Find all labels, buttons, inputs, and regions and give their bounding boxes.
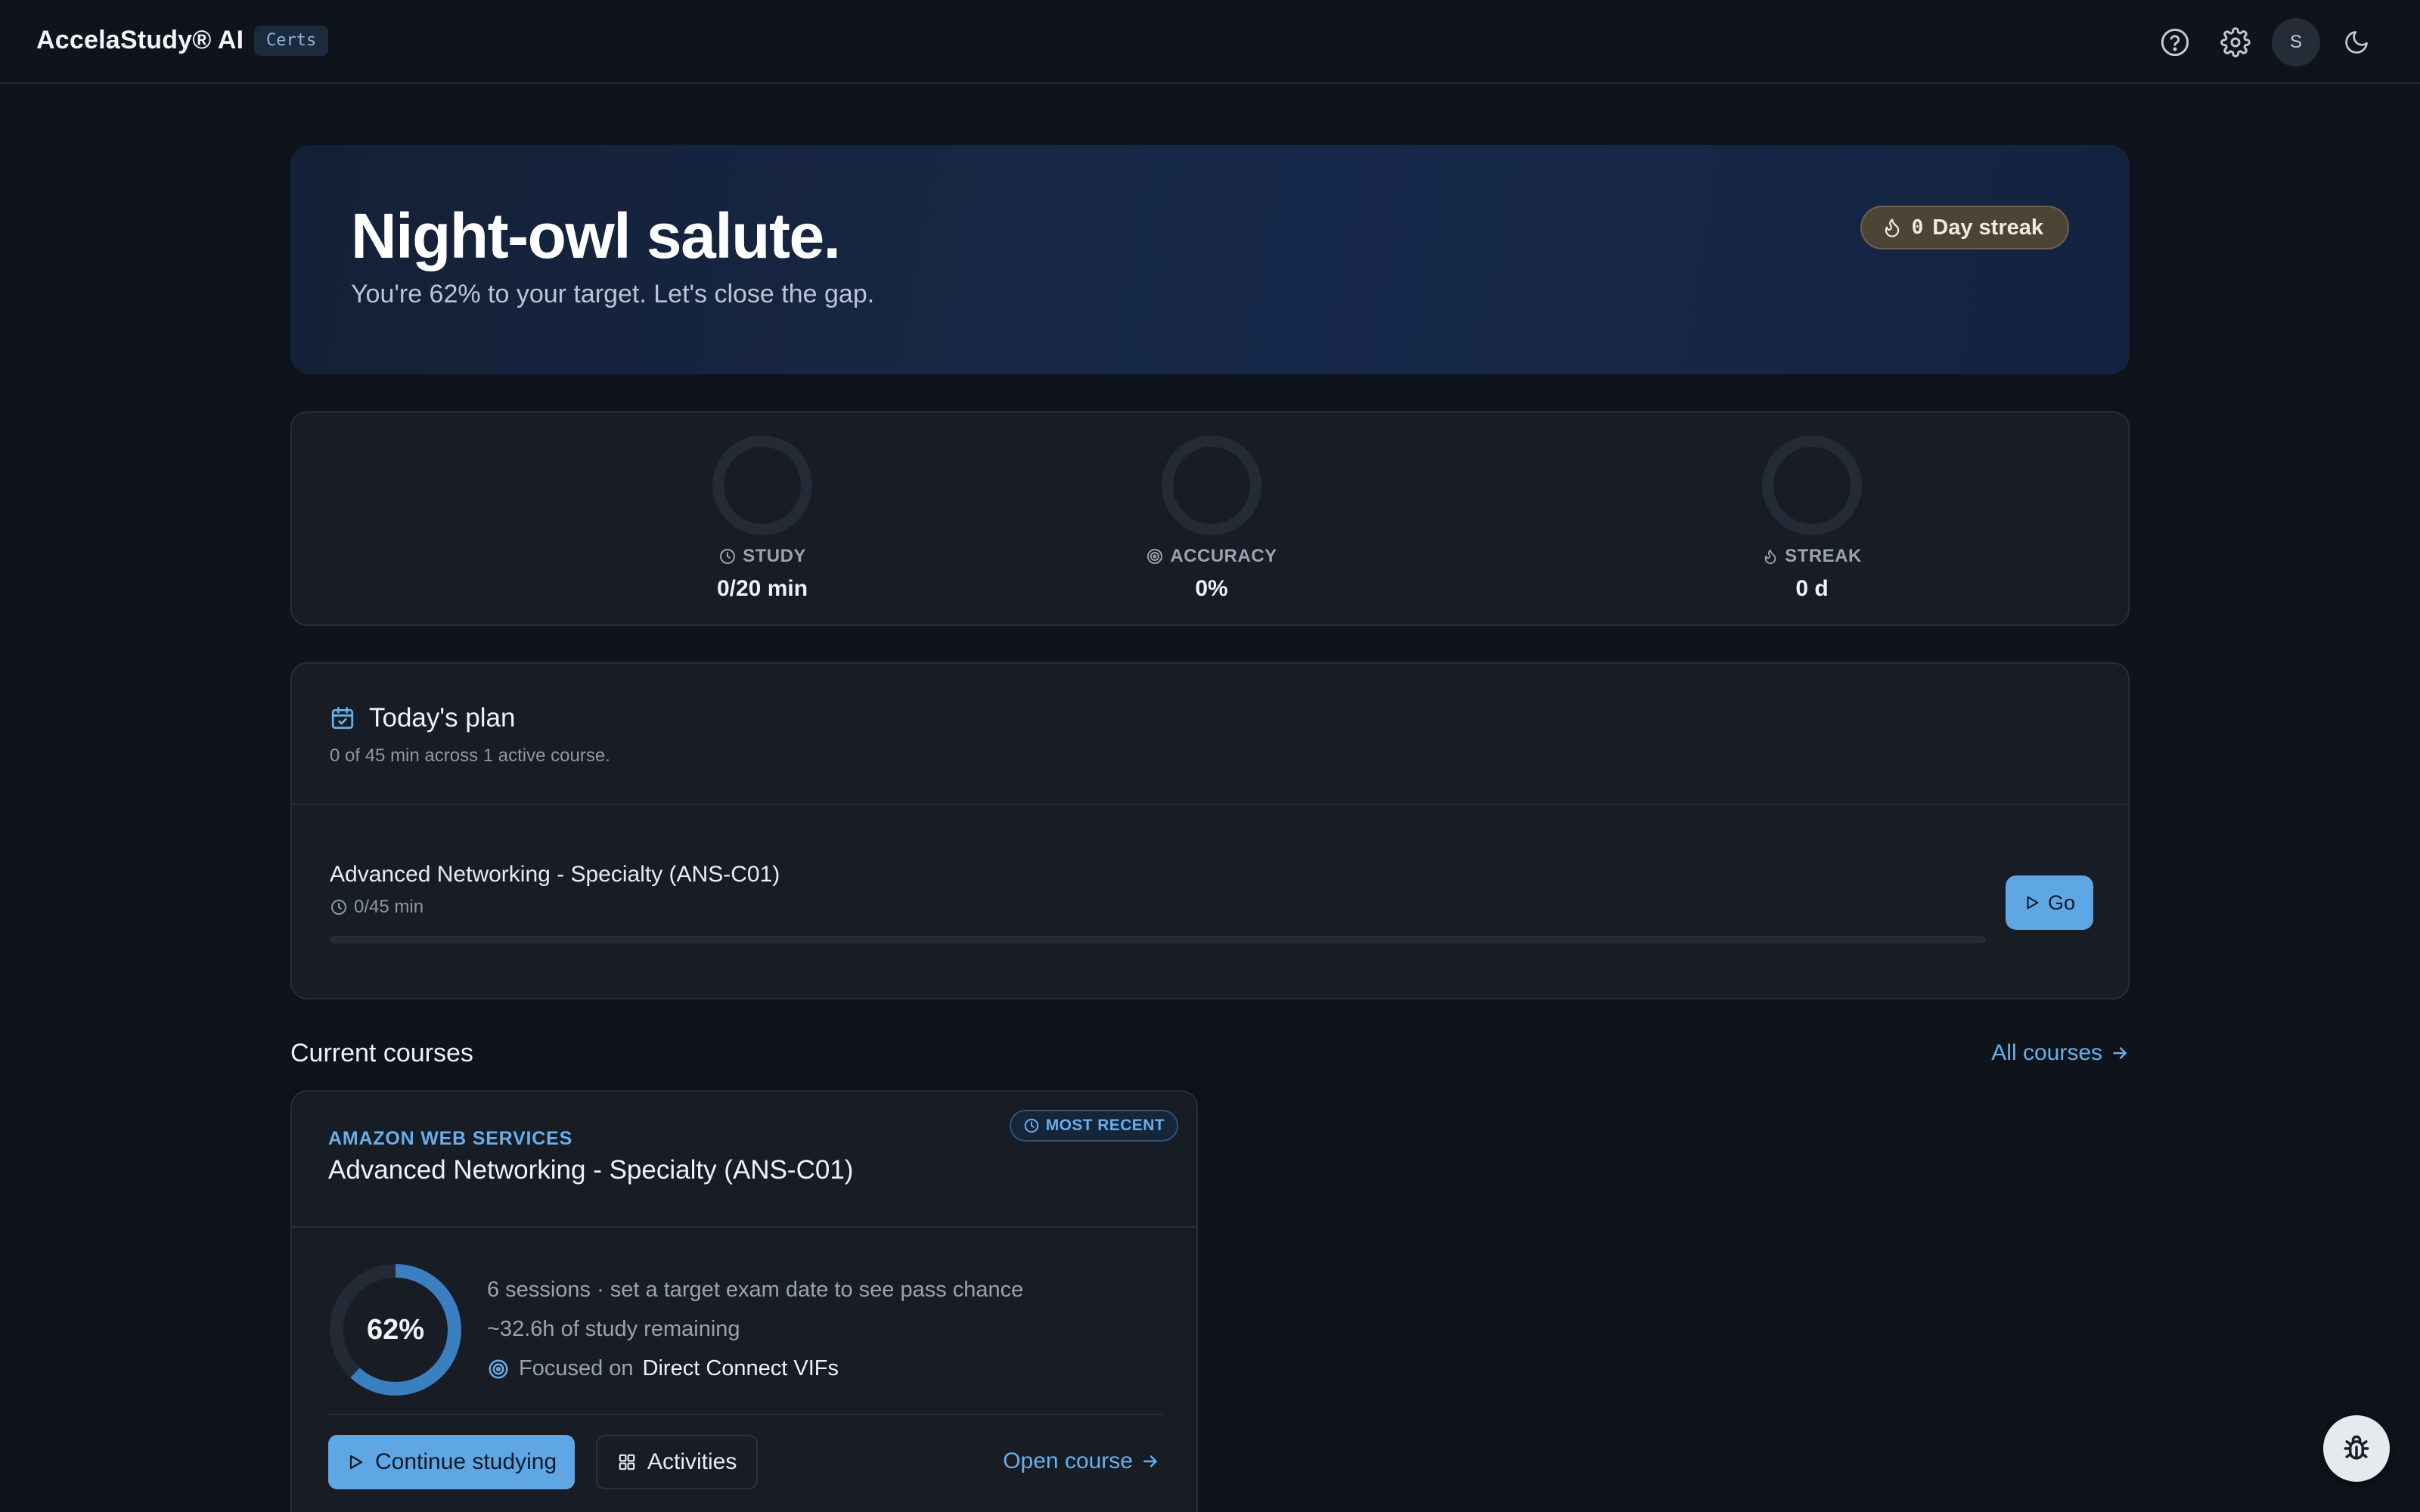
target-icon bbox=[1146, 547, 1164, 565]
course-provider: AMAZON WEB SERVICES bbox=[328, 1128, 573, 1149]
course-progress-label: 62% bbox=[366, 1313, 425, 1346]
plan-course-time: 0/45 min bbox=[354, 897, 424, 917]
continue-studying-label: Continue studying bbox=[375, 1449, 557, 1474]
play-icon bbox=[346, 1453, 365, 1471]
course-focus-line: Focused on Direct Connect VIFs bbox=[487, 1356, 839, 1381]
report-bug-button[interactable] bbox=[2323, 1415, 2390, 1482]
study-ring bbox=[712, 435, 812, 535]
accuracy-ring bbox=[1162, 435, 1261, 535]
flame-icon bbox=[1762, 548, 1779, 565]
clock-icon bbox=[330, 898, 348, 916]
streak-label: Day streak bbox=[1932, 215, 2043, 240]
plan-title: Today's plan bbox=[369, 703, 516, 733]
arrow-right-icon bbox=[1140, 1452, 1160, 1471]
calendar-check-icon bbox=[330, 705, 355, 731]
greeting-subtitle: You're 62% to your target. Let's close t… bbox=[351, 280, 875, 308]
go-button[interactable]: Go bbox=[2006, 875, 2093, 930]
daily-metrics-card: STUDY 0/20 min ACCURACY 0% STREAK 0 d bbox=[290, 411, 2130, 626]
metric-streak: STREAK 0 d bbox=[1661, 435, 1963, 602]
metric-accuracy-value: 0% bbox=[1195, 576, 1228, 601]
flame-icon bbox=[1882, 217, 1903, 238]
open-course-label: Open course bbox=[1003, 1448, 1133, 1473]
all-courses-label: All courses bbox=[1991, 1040, 2102, 1065]
continue-studying-button[interactable]: Continue studying bbox=[328, 1435, 576, 1489]
play-icon bbox=[2024, 894, 2040, 911]
metric-study-value: 0/20 min bbox=[716, 576, 808, 601]
greeting-hero: Night-owl salute. You're 62% to your tar… bbox=[290, 145, 2130, 374]
plan-progress-bar bbox=[330, 936, 1986, 943]
metric-accuracy: ACCURACY 0% bbox=[1060, 435, 1363, 602]
plan-course-name: Advanced Networking - Specialty (ANS-C01… bbox=[330, 862, 780, 887]
focus-prefix: Focused on bbox=[519, 1356, 634, 1380]
course-title[interactable]: Advanced Networking - Specialty (ANS-C01… bbox=[328, 1155, 853, 1185]
current-courses-heading: Current courses bbox=[290, 1039, 473, 1067]
moon-icon[interactable] bbox=[2332, 18, 2381, 67]
arrow-right-icon bbox=[2110, 1043, 2130, 1063]
course-card: MOST RECENT AMAZON WEB SERVICES Advanced… bbox=[290, 1090, 1198, 1512]
user-avatar[interactable]: S bbox=[2272, 18, 2320, 67]
divider bbox=[292, 804, 2128, 805]
streak-count: 0 bbox=[1911, 216, 1924, 239]
top-bar: AccelaStudy® AI Certs S bbox=[0, 0, 2420, 84]
metric-streak-value: 0 d bbox=[1795, 576, 1829, 601]
most-recent-badge: MOST RECENT bbox=[1009, 1110, 1178, 1142]
grid-icon bbox=[617, 1452, 637, 1472]
help-icon[interactable] bbox=[2151, 18, 2199, 67]
app-logo[interactable]: AccelaStudy® AI bbox=[36, 26, 244, 55]
divider bbox=[292, 1226, 1196, 1228]
go-button-label: Go bbox=[2047, 891, 2076, 914]
gear-icon[interactable] bbox=[2211, 18, 2260, 67]
certs-badge: Certs bbox=[254, 26, 329, 56]
focus-topic: Direct Connect VIFs bbox=[642, 1356, 839, 1380]
divider bbox=[328, 1414, 1163, 1415]
course-remaining-text: ~32.6h of study remaining bbox=[487, 1317, 740, 1341]
plan-subtitle: 0 of 45 min across 1 active course. bbox=[330, 745, 610, 766]
all-courses-link[interactable]: All courses bbox=[1991, 1040, 2130, 1066]
streak-ring bbox=[1762, 435, 1862, 535]
open-course-link[interactable]: Open course bbox=[1003, 1448, 1160, 1474]
target-icon bbox=[487, 1358, 510, 1380]
metric-accuracy-label: ACCURACY bbox=[1170, 546, 1277, 566]
clock-icon bbox=[1023, 1117, 1040, 1134]
activities-label: Activities bbox=[647, 1449, 737, 1474]
metric-study-label: STUDY bbox=[743, 546, 806, 566]
metric-study: STUDY 0/20 min bbox=[611, 435, 914, 602]
metric-streak-label: STREAK bbox=[1785, 546, 1862, 566]
bug-icon bbox=[2340, 1432, 2373, 1465]
day-streak-badge: 0 Day streak bbox=[1860, 206, 2069, 249]
most-recent-label: MOST RECENT bbox=[1045, 1117, 1165, 1134]
activities-button[interactable]: Activities bbox=[596, 1435, 759, 1489]
clock-icon bbox=[718, 547, 737, 565]
todays-plan-card: Today's plan 0 of 45 min across 1 active… bbox=[290, 662, 2130, 999]
greeting-title: Night-owl salute. bbox=[351, 200, 841, 271]
course-sessions-text: 6 sessions · set a target exam date to s… bbox=[487, 1278, 1024, 1302]
